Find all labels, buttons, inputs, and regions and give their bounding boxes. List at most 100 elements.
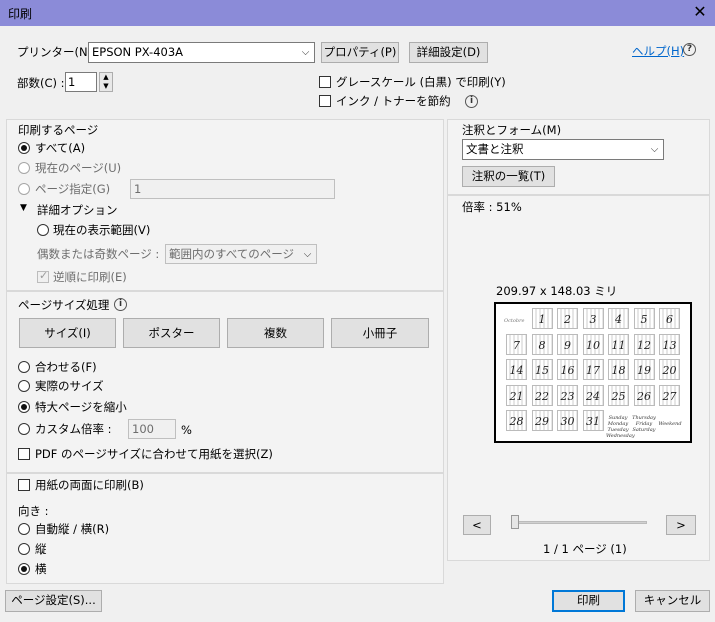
calendar-day-cell: 14 [506,359,527,380]
calendar-day-cell: 15 [531,359,553,380]
radio-current-page-label: 現在のページ(U) [35,161,122,175]
pdf-paper-checkbox[interactable] [18,448,30,460]
page-range-input[interactable]: 1 [130,179,335,199]
radio-current-view-label: 現在の表示範囲(V) [53,223,151,237]
radio-current-page[interactable] [18,162,30,174]
stepper-down-icon[interactable]: ▼ [100,82,112,91]
radio-page-range-label: ページ指定(G) [35,182,111,196]
radio-shrink[interactable] [18,401,30,413]
calendar-day-cell: 7 [506,333,527,355]
radio-actual-size[interactable] [18,380,30,392]
print-button[interactable]: 印刷 [552,590,625,612]
radio-portrait-label: 縦 [35,542,47,556]
stepper-up-icon[interactable]: ▲ [100,73,112,82]
radio-custom-scale[interactable] [18,423,30,435]
printer-select[interactable]: EPSON PX-403A ⌵ [88,42,315,63]
radio-landscape-label: 横 [35,562,47,576]
cancel-button[interactable]: キャンセル [635,590,710,612]
radio-actual-size-label: 実際のサイズ [35,379,104,393]
help-icon[interactable]: ? [683,43,696,56]
save-ink-label: インク / トナーを節約 [336,94,451,108]
page-slider-track[interactable] [513,521,647,524]
prev-page-button[interactable]: < [463,515,491,535]
calendar-day-cell: 13 [659,333,680,355]
properties-button[interactable]: プロパティ(P) [321,42,399,63]
booklet-button[interactable]: 小冊子 [331,318,429,348]
calendar-header: Octobre [504,318,525,324]
calendar-day-cell: 3 [582,308,604,329]
copies-stepper[interactable]: ▲ ▼ [99,72,113,92]
page-range-value: 1 [134,182,142,196]
calendar-day-cell: 26 [633,384,655,406]
info-icon[interactable]: i [114,298,127,311]
help-link[interactable]: ヘルプ(H) [632,43,684,59]
radio-shrink-label: 特大ページを縮小 [35,400,127,414]
calendar-day-cell: 9 [557,333,578,355]
radio-all-label: すべて(A) [35,141,86,155]
calendar-day-cell: 17 [582,359,604,380]
duplex-checkbox[interactable] [18,479,30,491]
radio-current-view[interactable] [37,224,49,236]
reverse-label: 逆順に印刷(E) [53,270,127,284]
radio-fit[interactable] [18,361,30,373]
radio-page-range[interactable] [18,183,30,195]
calendar-day-cell: 24 [582,384,604,406]
calendar-day-cell: 20 [659,359,680,380]
page-setup-button[interactable]: ページ設定(S)... [5,590,102,612]
calendar-day-cell: 10 [582,333,604,355]
radio-portrait[interactable] [18,543,30,555]
grayscale-checkbox[interactable] [319,76,331,88]
summarize-comments-button[interactable]: 注釈の一覧(T) [462,166,555,187]
copies-input[interactable]: 1 [65,72,97,92]
calendar-day-cell: 4 [608,308,629,329]
radio-all[interactable] [18,142,30,154]
pages-heading: 印刷するページ [18,123,99,137]
close-icon[interactable]: ✕ [688,1,712,23]
orientation-heading: 向き : [18,504,49,518]
calendar-day-cell: 25 [608,384,629,406]
duplex-label: 用紙の両面に印刷(B) [35,478,144,492]
calendar-day-cell: 2 [557,308,578,329]
advanced-button[interactable]: 詳細設定(D) [409,42,488,63]
comments-heading: 注釈とフォーム(M) [462,123,562,137]
chevron-down-icon: ⌵ [301,47,310,58]
radio-auto-orientation-label: 自動縦 / 横(R) [35,522,110,536]
calendar-day-cell: 16 [557,359,578,380]
calendar-day-cell: 18 [608,359,629,380]
weekday-note: Thursday Friday Saturday [632,415,656,433]
info-icon[interactable]: i [465,95,478,108]
radio-auto-orientation[interactable] [18,523,30,535]
weekday-note: Sunday Monday Tuesday Wednesday [606,415,635,439]
printer-selected: EPSON PX-403A [92,45,184,59]
odd-even-select[interactable]: 範囲内のすべてのページ ⌵ [165,244,317,264]
custom-scale-input[interactable]: 100 [128,419,176,439]
next-page-button[interactable]: > [666,515,696,535]
size-button[interactable]: サイズ(I) [19,318,116,348]
calendar-day-cell: 22 [531,384,553,406]
page-sizing-heading: ページサイズ処理 [18,298,110,312]
reverse-checkbox[interactable] [37,269,49,283]
radio-custom-scale-label: カスタム倍率 : [35,422,112,436]
poster-button[interactable]: ポスター [123,318,220,348]
comments-selected: 文書と注釈 [466,142,524,156]
custom-scale-value: 100 [132,422,154,436]
calendar-day-cell: 11 [608,333,629,355]
chevron-down-icon: ⌵ [650,144,659,155]
preview-dimensions: 209.97 x 148.03 ミリ [496,284,618,298]
collapse-triangle-icon[interactable]: ▼ [20,203,27,213]
chevron-down-icon: ⌵ [303,249,312,260]
more-options-label[interactable]: 詳細オプション [37,202,118,218]
radio-landscape[interactable] [18,563,30,575]
multiple-button[interactable]: 複数 [227,318,324,348]
odd-even-value: 範囲内のすべてのページ [169,247,295,261]
window-title: 印刷 [8,7,33,21]
pdf-paper-label: PDF のページサイズに合わせて用紙を選択(Z) [35,447,273,461]
calendar-day-cell: 19 [633,359,655,380]
title-bar: 印刷 ✕ [0,0,715,26]
print-preview: Octobre 1 2 3 4 5 6 7 8 9 10 11 12 13 14 15 16 17 18 19 20 2… [494,302,692,443]
save-ink-checkbox[interactable] [319,95,331,107]
page-slider-thumb[interactable] [511,515,519,529]
comments-select[interactable]: 文書と注釈 ⌵ [462,139,664,160]
copies-value: 1 [68,75,76,89]
radio-fit-label: 合わせる(F) [35,360,97,374]
